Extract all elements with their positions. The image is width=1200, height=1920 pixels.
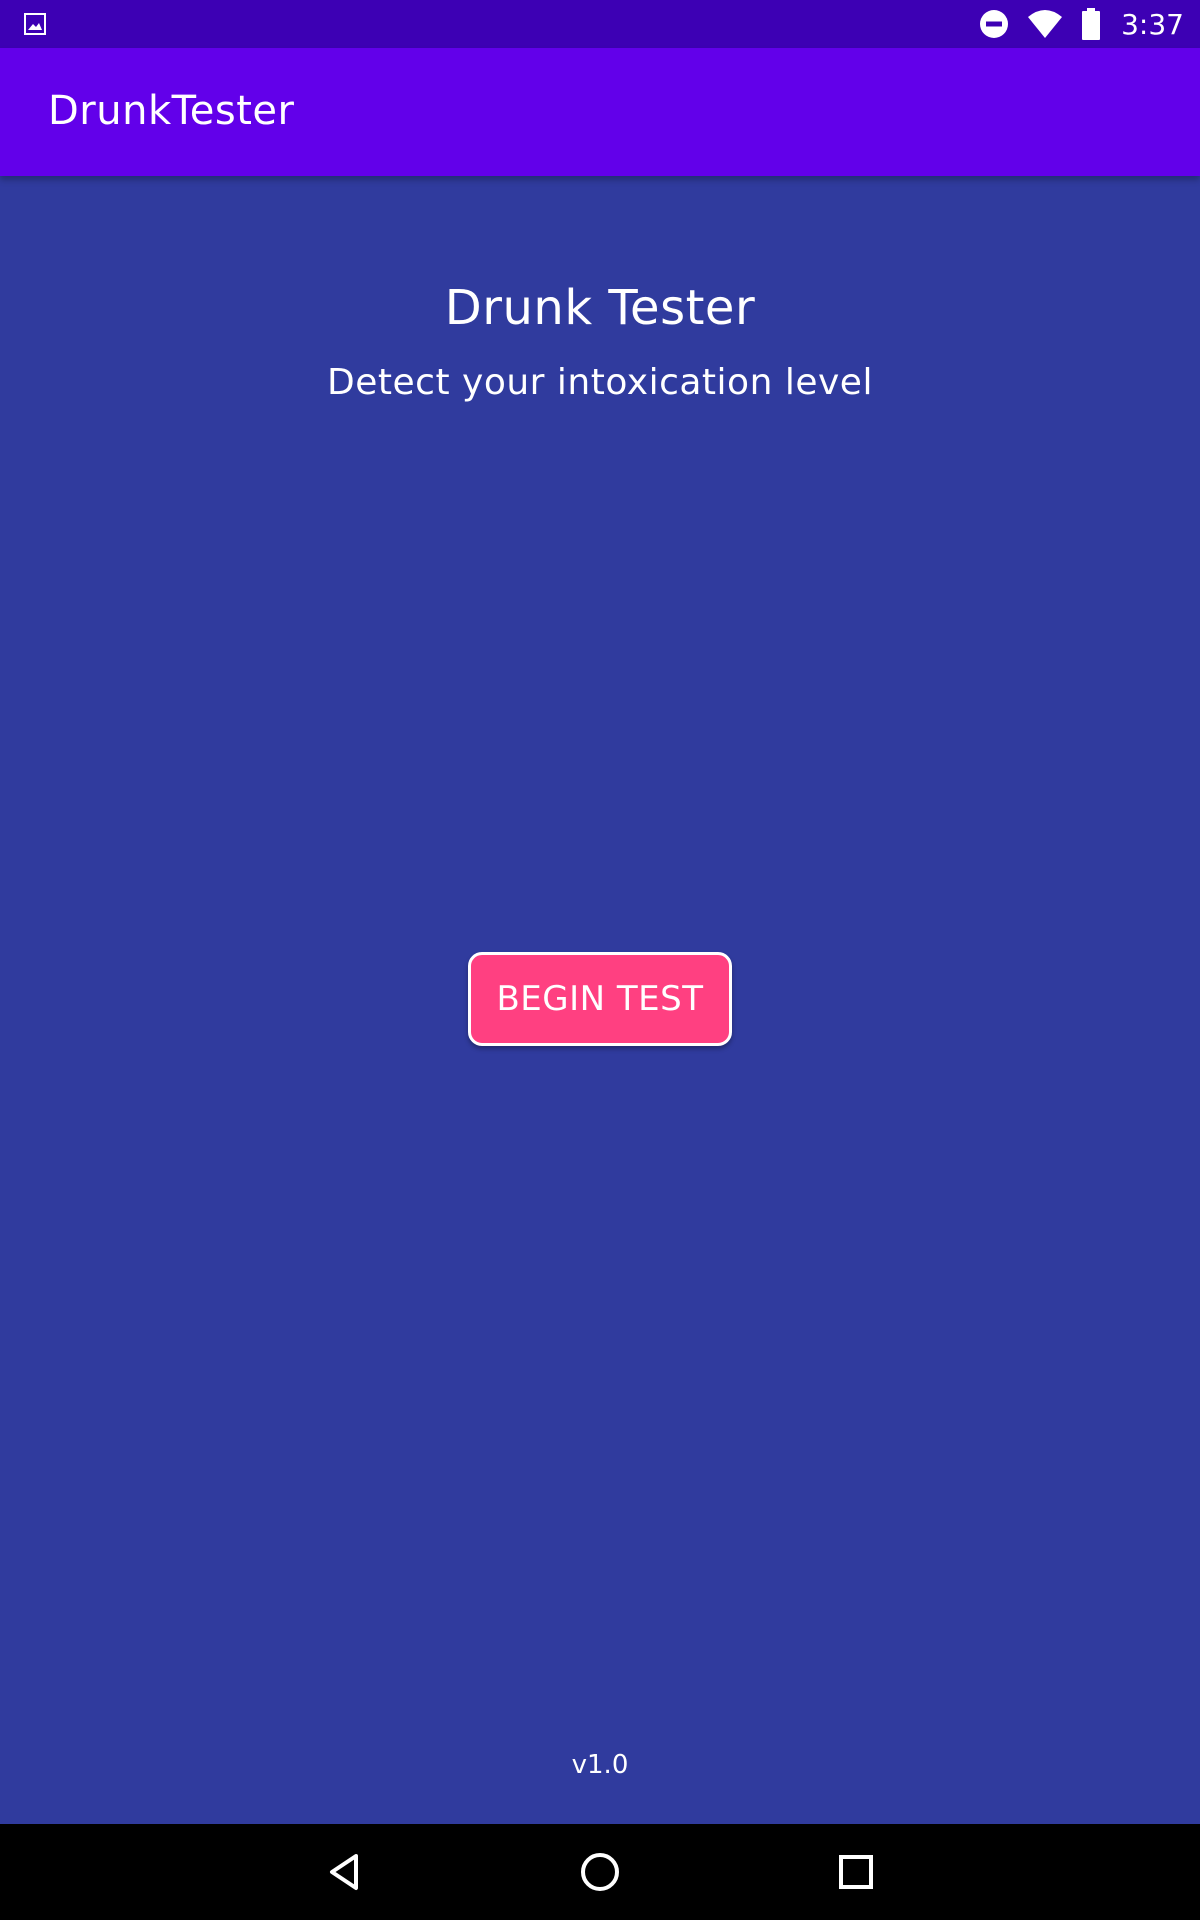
begin-test-button[interactable]: BEGIN TEST [468, 952, 732, 1046]
battery-icon [1081, 8, 1101, 40]
status-bar: 3:37 [0, 0, 1200, 48]
status-time: 3:37 [1121, 7, 1184, 41]
page-title: Drunk Tester [444, 280, 756, 336]
app-bar-title: DrunkTester [48, 88, 295, 134]
status-icons: 3:37 [979, 0, 1184, 48]
image-notification-icon [24, 13, 46, 35]
back-icon[interactable] [316, 1844, 372, 1900]
wifi-icon [1027, 9, 1063, 39]
screen: 3:37 DrunkTester Drunk Tester Detect you… [0, 0, 1200, 1920]
home-icon[interactable] [572, 1844, 628, 1900]
app-bar: DrunkTester [0, 48, 1200, 176]
page-subtitle: Detect your intoxication level [327, 362, 873, 403]
version-label: v1.0 [571, 1750, 629, 1780]
navigation-bar [0, 1824, 1200, 1920]
recents-icon[interactable] [828, 1844, 884, 1900]
do-not-disturb-icon [979, 9, 1009, 39]
